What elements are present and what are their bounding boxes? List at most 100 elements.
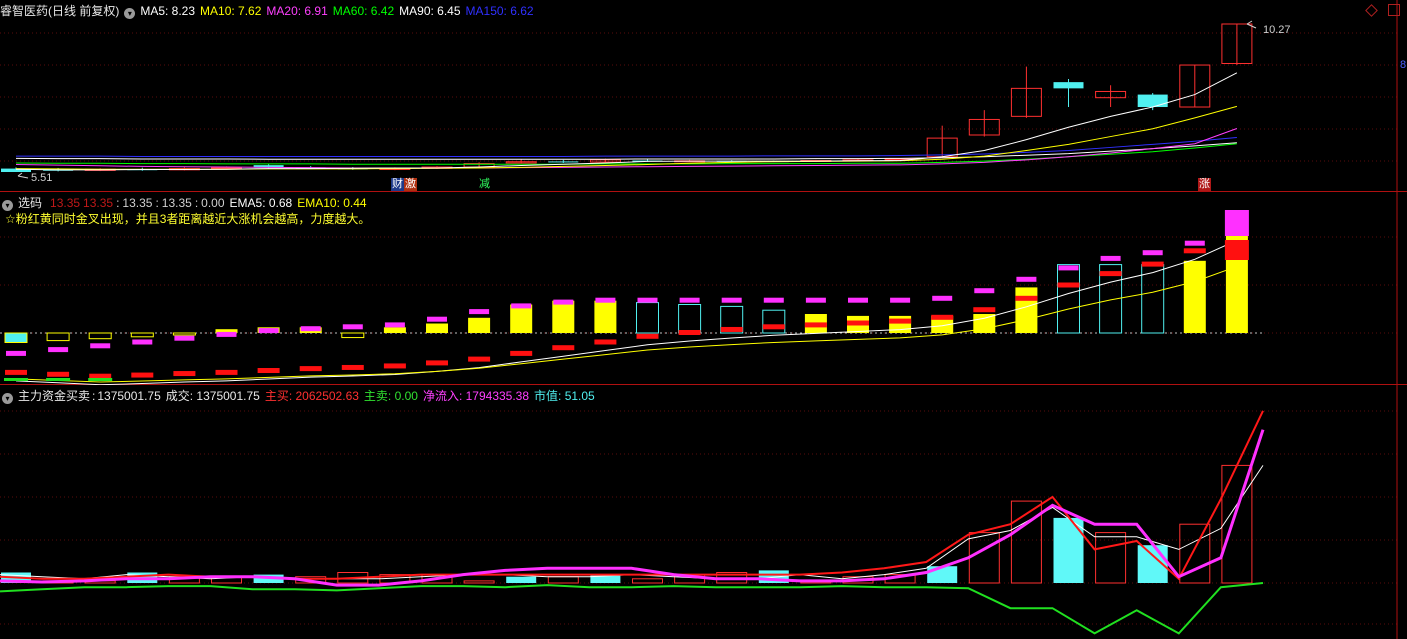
flow-header: ▾ 主力资金买卖:1375001.75 成交: 1375001.75 主买: 2062… bbox=[0, 388, 600, 404]
green-marker bbox=[4, 378, 28, 381]
xuanma-header: ▾ 选码 13.35 13.35:13.35:13.35:0.00 EMA5: 0.68… bbox=[0, 195, 372, 211]
flow-bar bbox=[463, 580, 495, 584]
window-close-icon[interactable] bbox=[1388, 4, 1400, 16]
event-tag-zhang[interactable]: 涨 bbox=[1198, 178, 1211, 191]
red-marker bbox=[889, 318, 912, 324]
pink-marker bbox=[1142, 250, 1163, 256]
pink-marker bbox=[427, 316, 447, 322]
capital-flow-panel[interactable]: ▾ 主力资金买卖:1375001.75 成交: 1375001.75 主买: 2062… bbox=[0, 385, 1407, 639]
pink-marker bbox=[805, 297, 826, 303]
xuanma-bar bbox=[636, 302, 659, 334]
pink-marker-top bbox=[1224, 210, 1249, 236]
pink-marker bbox=[1100, 255, 1121, 261]
red-marker bbox=[678, 330, 701, 335]
ma5-label: MA5: 8.23 bbox=[140, 4, 196, 18]
pink-marker bbox=[763, 297, 784, 303]
red-marker bbox=[720, 326, 743, 332]
pink-marker bbox=[300, 326, 321, 332]
red-marker bbox=[257, 368, 280, 373]
stock-title[interactable]: 睿智医药(日线 前复权) bbox=[0, 4, 119, 18]
flow-bar bbox=[1053, 517, 1084, 583]
red-marker bbox=[47, 371, 70, 377]
red-marker-top bbox=[1224, 240, 1249, 260]
xuanma-value-4: 13.35 bbox=[161, 196, 192, 210]
price-chart[interactable] bbox=[0, 0, 1407, 192]
price-panel[interactable]: 睿智医药(日线 前复权) ▾ MA5: 8.23 MA10: 7.62 MA20: 6.… bbox=[0, 0, 1407, 192]
xuanma-bar bbox=[1057, 264, 1080, 334]
pink-marker bbox=[48, 347, 69, 353]
red-marker bbox=[173, 371, 196, 377]
pink-marker bbox=[974, 288, 995, 294]
flow-name[interactable]: 主力资金买卖 bbox=[18, 389, 90, 403]
low-price-label: 5.51 bbox=[31, 172, 53, 184]
chevron-down-icon[interactable]: ▾ bbox=[2, 200, 13, 211]
xuanma-bar bbox=[552, 300, 575, 333]
xuanma-bar bbox=[678, 304, 702, 334]
event-tag-ji[interactable]: 激 bbox=[404, 178, 417, 191]
red-marker bbox=[341, 364, 364, 370]
chevron-down-icon[interactable]: ▾ bbox=[124, 8, 136, 19]
event-tag-cai[interactable]: 财 bbox=[391, 178, 404, 191]
ema5-label: EMA5: 0.68 bbox=[229, 196, 293, 210]
chevron-down-icon[interactable]: ▾ bbox=[2, 393, 13, 404]
red-marker bbox=[299, 366, 322, 372]
low-marker-arrow bbox=[17, 172, 29, 179]
pink-marker bbox=[469, 309, 490, 315]
red-marker bbox=[636, 333, 659, 339]
ma90-label: MA90: 6.45 bbox=[399, 4, 461, 18]
red-marker bbox=[89, 373, 112, 379]
pink-marker bbox=[553, 299, 574, 305]
xuanma-name[interactable]: 选码 bbox=[18, 196, 42, 210]
xuanma-panel[interactable]: ▾ 选码 13.35 13.35:13.35:13.35:0.00 EMA5: 0.68… bbox=[0, 192, 1407, 385]
xuanma-bar bbox=[172, 332, 196, 336]
red-marker bbox=[510, 350, 533, 356]
red-marker bbox=[468, 356, 491, 362]
candle-body bbox=[1137, 94, 1168, 108]
flow-bar bbox=[547, 576, 579, 584]
high-price-label: 10.27 bbox=[1263, 24, 1291, 36]
pink-marker bbox=[384, 322, 405, 328]
red-marker bbox=[973, 307, 996, 313]
xuanma-value-2: 13.35 bbox=[83, 196, 114, 210]
xuanma-bar bbox=[468, 317, 491, 333]
xuanma-bar bbox=[594, 300, 617, 333]
pink-marker bbox=[1184, 240, 1205, 246]
ma20-label: MA20: 6.91 bbox=[266, 4, 328, 18]
green-marker bbox=[46, 378, 71, 381]
pink-marker bbox=[637, 297, 658, 303]
flow-bar bbox=[927, 566, 958, 583]
red-marker bbox=[1057, 282, 1080, 288]
zhumai-sell-label: 主卖: 0.00 bbox=[363, 389, 418, 403]
xuanma-value-3: 13.35 bbox=[122, 196, 153, 210]
event-tag-jian[interactable]: 减 bbox=[478, 178, 491, 191]
xuanma-value-1: 13.35 bbox=[50, 196, 81, 210]
candle-body bbox=[1053, 82, 1084, 89]
xuanma-bar bbox=[46, 332, 70, 342]
xuanma-bar bbox=[762, 309, 786, 334]
xuanma-bar bbox=[1183, 260, 1206, 333]
ma10-line bbox=[15, 105, 1238, 170]
pink-marker bbox=[679, 297, 700, 303]
ema10-label: EMA10: 0.44 bbox=[297, 196, 367, 210]
flow-name-value: 1375001.75 bbox=[97, 389, 161, 403]
red-marker bbox=[762, 324, 785, 330]
red-marker bbox=[847, 320, 869, 326]
xuanma-bar bbox=[1015, 287, 1038, 333]
xuanma-bar bbox=[426, 323, 448, 333]
xuanma-bar bbox=[130, 332, 154, 338]
candle-body bbox=[211, 167, 242, 170]
capital-flow-chart[interactable] bbox=[0, 385, 1407, 639]
red-marker bbox=[552, 345, 575, 351]
pink-marker bbox=[721, 297, 742, 303]
red-marker bbox=[594, 339, 617, 345]
red-marker bbox=[131, 372, 154, 378]
red-marker bbox=[1015, 295, 1038, 301]
flow-bar bbox=[632, 578, 663, 584]
red-marker bbox=[804, 322, 827, 328]
xuanma-bar bbox=[88, 332, 112, 340]
xuanma-bar bbox=[341, 332, 365, 339]
pink-marker bbox=[216, 331, 237, 337]
green-line bbox=[0, 582, 1264, 635]
xuanma-bar bbox=[510, 304, 533, 333]
zhumai-label: 主买: 2062502.63 bbox=[264, 389, 359, 403]
